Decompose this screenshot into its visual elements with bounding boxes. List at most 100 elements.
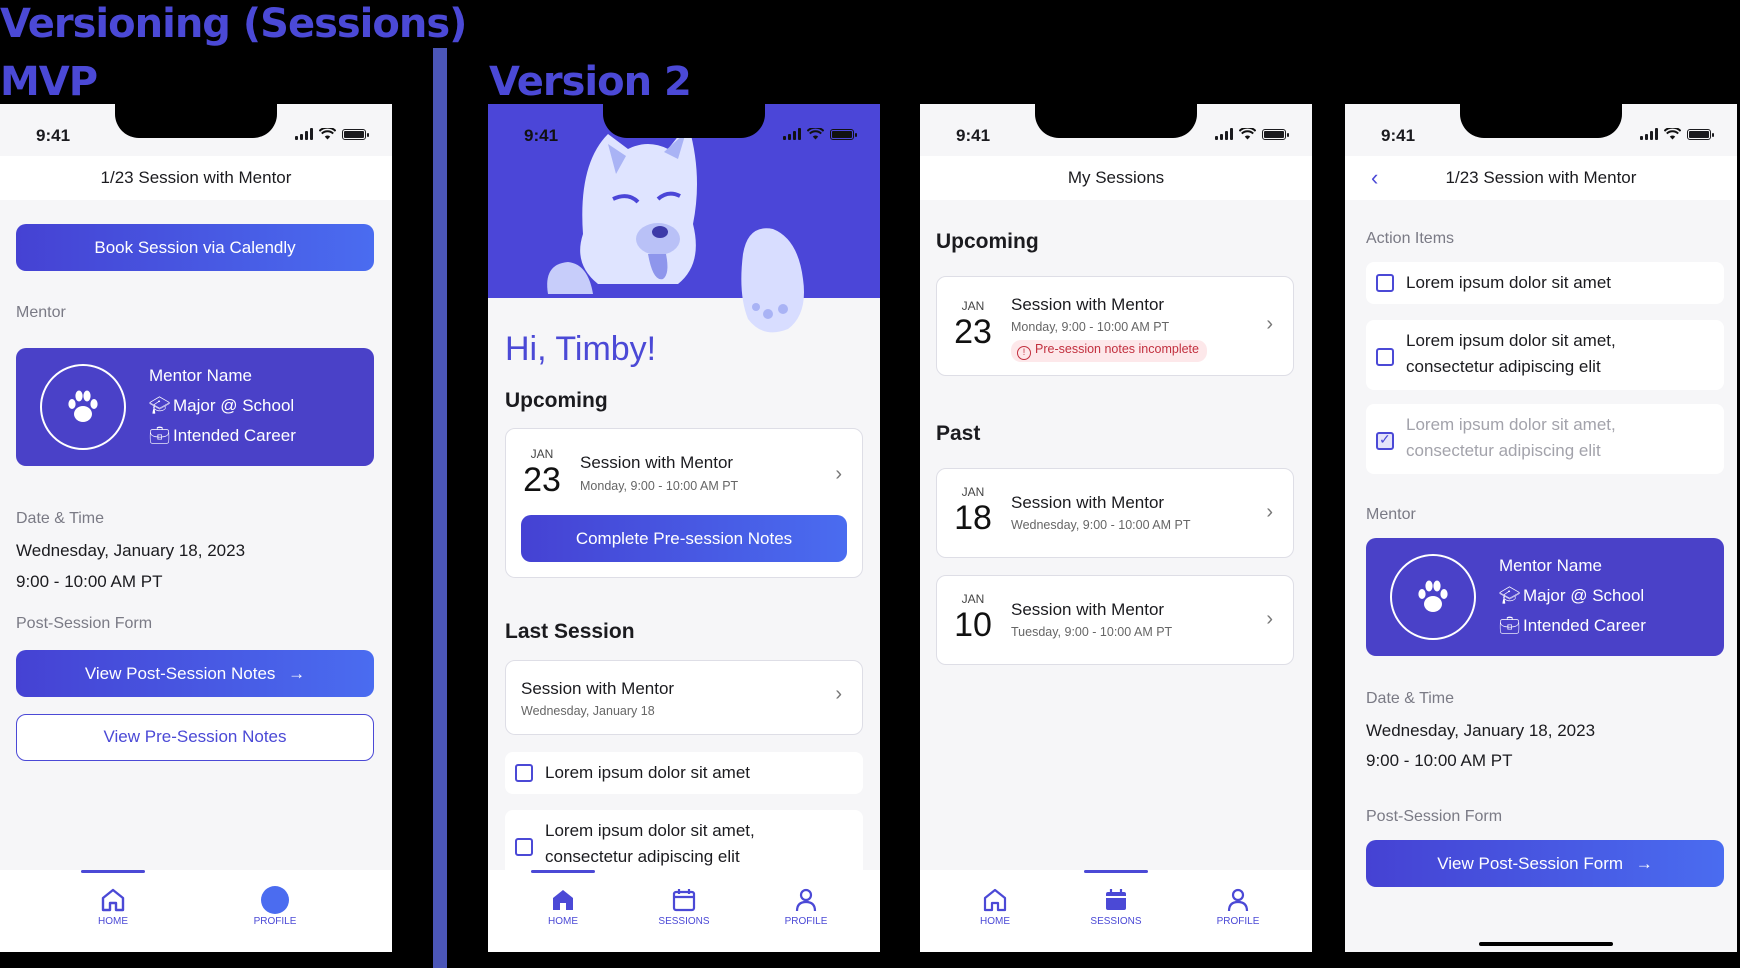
home-icon bbox=[553, 890, 573, 910]
tab-profile-label: PROFILE bbox=[253, 916, 297, 927]
avatar bbox=[1390, 554, 1476, 640]
phone-notch bbox=[115, 104, 277, 138]
past-heading: Past bbox=[936, 422, 981, 445]
session-card[interactable]: JAN 18 Session with Mentor Wednesday, 9:… bbox=[936, 468, 1294, 558]
tab-sessions[interactable]: SESSIONS bbox=[1066, 884, 1166, 927]
session-day: 10 bbox=[954, 606, 992, 644]
active-tab-indicator bbox=[81, 870, 145, 873]
book-session-button[interactable]: Book Session via Calendly bbox=[16, 224, 374, 271]
paw-icon bbox=[68, 390, 98, 422]
tab-profile[interactable]: PROFILE bbox=[1188, 884, 1288, 927]
signal-icon bbox=[1640, 128, 1658, 140]
view-pre-session-notes-button[interactable]: View Pre-Session Notes bbox=[16, 714, 374, 761]
graduation-cap-icon: 🎓︎ bbox=[149, 396, 171, 415]
mvp-heading: MVP bbox=[0, 59, 98, 105]
paw-icon bbox=[1418, 580, 1448, 612]
warning-text: Pre-session notes incomplete bbox=[1035, 342, 1199, 356]
profile-avatar-icon bbox=[261, 886, 289, 914]
briefcase-icon: 💼︎ bbox=[149, 426, 171, 445]
session-title: Session with Mentor bbox=[580, 453, 734, 472]
mentor-card[interactable]: Mentor Name 🎓︎ Major @ School 💼︎ Intended … bbox=[16, 348, 374, 466]
checkbox-checked[interactable] bbox=[1376, 431, 1394, 450]
alert-circle-icon: ! bbox=[1017, 346, 1031, 360]
action-item[interactable]: Lorem ipsum dolor sit amet, consectetur … bbox=[1366, 320, 1724, 390]
signal-icon bbox=[1215, 128, 1233, 140]
upcoming-session-card[interactable]: JAN 23 Session with Mentor Monday, 9:00 … bbox=[505, 428, 863, 578]
session-title: Session with Mentor bbox=[1011, 493, 1165, 512]
mentor-card[interactable]: Mentor Name 🎓︎ Major @ School 💼︎ Intended … bbox=[1366, 538, 1724, 656]
wifi-icon bbox=[1664, 128, 1681, 140]
last-session-heading: Last Session bbox=[505, 620, 635, 643]
session-card[interactable]: JAN 10 Session with Mentor Tuesday, 9:00… bbox=[936, 575, 1294, 665]
tab-home[interactable]: HOME bbox=[513, 884, 613, 927]
mentor-major: Major @ School bbox=[1523, 586, 1645, 605]
session-day: 18 bbox=[954, 499, 992, 537]
session-day: 23 bbox=[523, 461, 561, 499]
upcoming-heading: Upcoming bbox=[505, 389, 608, 412]
tab-profile[interactable]: PROFILE bbox=[225, 884, 325, 927]
page-header: ‹ 1/23 Session with Mentor bbox=[1345, 156, 1737, 200]
arrow-right-icon: → bbox=[288, 664, 306, 683]
checkbox[interactable] bbox=[515, 838, 533, 856]
avatar bbox=[40, 364, 126, 450]
tab-bar: HOME SESSIONS PROFILE bbox=[488, 870, 880, 952]
session-title: Session with Mentor bbox=[1011, 600, 1165, 619]
mentor-name: Mentor Name bbox=[1499, 556, 1602, 575]
upcoming-heading: Upcoming bbox=[936, 230, 1039, 253]
last-session-title: Session with Mentor bbox=[521, 679, 675, 698]
session-month: JAN bbox=[961, 299, 985, 313]
battery-icon bbox=[830, 128, 857, 140]
session-time: Tuesday, 9:00 - 10:00 AM PT bbox=[1011, 625, 1173, 639]
session-title: Session with Mentor bbox=[1011, 295, 1165, 314]
tab-sessions[interactable]: SESSIONS bbox=[634, 884, 734, 927]
action-item[interactable]: Lorem ipsum dolor sit amet bbox=[505, 752, 863, 794]
briefcase-icon: 💼︎ bbox=[1499, 616, 1521, 635]
person-icon bbox=[795, 888, 817, 912]
checkbox[interactable] bbox=[1376, 274, 1394, 292]
session-month: JAN bbox=[961, 592, 985, 606]
button-label: View Post-Session Notes bbox=[84, 664, 276, 683]
action-items-label: Action Items bbox=[1366, 230, 1455, 247]
chevron-right-icon: › bbox=[1266, 313, 1273, 335]
graduation-cap-icon: 🎓︎ bbox=[1499, 586, 1521, 605]
status-time: 9:41 bbox=[956, 126, 991, 145]
session-date: Wednesday, January 18, 2023 bbox=[16, 541, 246, 560]
session-time: 9:00 - 10:00 AM PT bbox=[1366, 751, 1513, 770]
tab-sessions-label: SESSIONS bbox=[1090, 916, 1142, 927]
arrow-right-icon: → bbox=[1635, 854, 1653, 873]
version-divider bbox=[433, 48, 447, 968]
versioning-heading: Versioning (Sessions) bbox=[0, 1, 467, 47]
action-item-completed[interactable]: Lorem ipsum dolor sit amet, consectetur … bbox=[1366, 404, 1724, 474]
checkbox[interactable] bbox=[1376, 348, 1394, 366]
session-card[interactable]: JAN 23 Session with Mentor Monday, 9:00 … bbox=[936, 276, 1294, 376]
tab-home[interactable]: HOME bbox=[945, 884, 1045, 927]
status-time: 9:41 bbox=[524, 126, 559, 145]
tab-home[interactable]: HOME bbox=[63, 884, 163, 927]
warning-badge: ! Pre-session notes incomplete bbox=[1011, 340, 1207, 362]
date-time-label: Date & Time bbox=[1366, 690, 1455, 707]
last-session-card[interactable]: Session with Mentor Wednesday, January 1… bbox=[505, 660, 863, 735]
mvp-session-screen: 9:41 1/23 Session with Mentor Book Sessi… bbox=[0, 104, 392, 952]
tab-profile-label: PROFILE bbox=[784, 916, 828, 927]
session-time: Wednesday, 9:00 - 10:00 AM PT bbox=[1011, 518, 1191, 532]
back-chevron-icon[interactable]: ‹ bbox=[1371, 156, 1378, 200]
tab-profile[interactable]: PROFILE bbox=[756, 884, 856, 927]
session-month: JAN bbox=[961, 485, 985, 499]
phone-notch bbox=[1460, 104, 1622, 138]
battery-icon bbox=[1262, 128, 1289, 140]
checkbox[interactable] bbox=[515, 764, 533, 782]
action-item-text: Lorem ipsum dolor sit amet, consectetur … bbox=[1406, 331, 1616, 376]
page-title: My Sessions bbox=[920, 156, 1312, 200]
tab-bar: HOME PROFILE bbox=[0, 870, 392, 952]
complete-pre-session-notes-button[interactable]: Complete Pre-session Notes bbox=[521, 515, 847, 562]
home-icon bbox=[101, 888, 125, 912]
view-post-session-notes-button[interactable]: View Post-Session Notes → bbox=[16, 650, 374, 697]
session-time: Monday, 9:00 - 10:00 AM PT bbox=[1011, 320, 1170, 334]
chevron-right-icon: › bbox=[835, 683, 842, 705]
calendar-icon bbox=[1106, 889, 1126, 910]
tab-profile-label: PROFILE bbox=[1216, 916, 1260, 927]
action-item-text: Lorem ipsum dolor sit amet, consectetur … bbox=[545, 821, 755, 866]
person-icon bbox=[1227, 888, 1249, 912]
action-item[interactable]: Lorem ipsum dolor sit amet bbox=[1366, 262, 1724, 304]
view-post-session-form-button[interactable]: View Post-Session Form → bbox=[1366, 840, 1724, 887]
